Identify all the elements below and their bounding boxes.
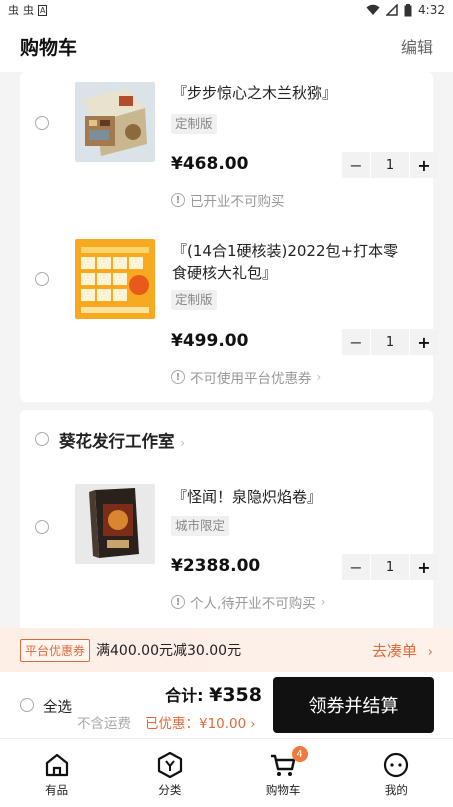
total-price: 合计: ¥358 [165,682,262,706]
tab-home[interactable]: 有品 [0,739,113,807]
product-tag: 定制版 [171,290,217,310]
product-image-art [75,239,155,319]
status-right: 4:32 [366,3,445,17]
total-label: 合计: [165,686,204,705]
chevron-right-icon: › [180,436,186,450]
status-left: 虫 虫 A [8,2,48,18]
increase-button[interactable]: + [410,329,438,355]
decrease-button[interactable]: − [342,329,370,355]
cart-list[interactable]: 『步步惊心之木兰秋猕』 定制版 ¥468.00 − 1 + ! 已开业不可购买 [0,72,453,628]
cart-item: 『怪闻！泉隐炽焰卷』 城市限定 ¥2388.00 − 1 + ! 个人,待开业不… [20,482,438,628]
home-icon [45,753,68,777]
checkout-bar: 全选 合计: ¥358 不含运费 已优惠：¥10.00 › 领券并结算 [0,672,453,738]
quantity-value[interactable]: 1 [371,554,409,580]
tab-cart[interactable]: 4 购物车 [227,739,340,807]
total-amount: ¥358 [209,684,262,706]
quantity-value[interactable]: 1 [371,152,409,178]
gather-order-label: 去凑单 [372,641,418,660]
select-all-label[interactable]: 全选 [43,696,72,717]
chevron-right-icon: › [427,644,433,660]
chevron-right-icon: › [320,595,326,609]
notification-icon: 虫 [23,4,34,17]
product-price: ¥468.00 [171,154,249,174]
info-icon: ! [171,193,185,207]
cart-card: 『步步惊心之木兰秋猕』 定制版 ¥468.00 − 1 + ! 已开业不可购买 [20,72,438,402]
coupon-promo-bar: 平台优惠券 满400.00元减30.00元 去凑单 › [0,628,453,672]
discount-amount: 已优惠：¥10.00 [145,716,247,732]
status-bar: 虫 虫 A 4:32 [0,0,453,20]
tab-category[interactable]: 分类 [113,739,226,807]
edit-button[interactable]: 编辑 [401,34,433,58]
item-checkbox[interactable] [35,116,49,130]
page-header: 购物车 编辑 [0,20,453,72]
notice-text: 个人,待开业不可购买 [190,596,316,612]
tab-profile[interactable]: 我的 [340,739,453,807]
info-icon: ! [171,370,185,384]
product-name[interactable]: 『怪闻！泉隐炽焰卷』 [172,486,401,508]
coupon-badge: 平台优惠券 [20,638,91,662]
cart-item: 『(14合1硬核装)2022包+打本零食硬核大礼包』 定制版 ¥499.00 −… [20,232,438,392]
decrease-button[interactable]: − [342,554,370,580]
discount-detail-link[interactable]: 已优惠：¥10.00 › [145,712,255,732]
product-image-art [75,82,155,162]
tab-label: 有品 [45,783,69,797]
product-name[interactable]: 『(14合1硬核装)2022包+打本零食硬核大礼包』 [172,240,401,284]
page-title: 购物车 [20,36,78,59]
gather-order-link[interactable]: 去凑单 › [372,640,433,661]
product-tag: 城市限定 [171,516,230,536]
item-checkbox[interactable] [35,272,49,286]
product-price: ¥499.00 [171,331,249,351]
select-all-checkbox[interactable] [20,698,34,712]
quantity-stepper: − 1 + [342,152,438,178]
product-image[interactable] [75,82,155,162]
quantity-stepper: − 1 + [342,329,438,355]
info-icon: ! [171,595,185,609]
signal-icon [386,4,398,16]
product-tag: 定制版 [171,114,217,134]
battery-icon [404,3,412,16]
increase-button[interactable]: + [410,554,438,580]
notice-text: 不可使用平台优惠券 [190,371,312,387]
shop-checkbox[interactable] [35,432,49,446]
cart-item: 『步步惊心之木兰秋猕』 定制版 ¥468.00 − 1 + ! 已开业不可购买 [20,72,438,222]
notice-text: 已开业不可购买 [190,194,285,210]
notification-icon: 虫 [8,4,19,17]
notification-icon: A [38,4,48,16]
tab-label: 分类 [158,783,182,797]
cart-count-badge: 4 [291,746,308,762]
product-image-art [75,484,155,564]
quantity-value[interactable]: 1 [371,329,409,355]
item-checkbox[interactable] [35,520,49,534]
chevron-right-icon: › [316,370,322,384]
tab-label: 购物车 [265,783,301,797]
product-image[interactable] [75,484,155,564]
tab-label: 我的 [384,783,408,797]
product-image[interactable] [75,239,155,319]
freight-note: 不含运费 [77,716,131,732]
purchase-notice[interactable]: ! 个人,待开业不可购买 › [171,592,326,612]
purchase-notice[interactable]: ! 不可使用平台优惠券 › [171,367,321,387]
category-icon [157,751,182,779]
purchase-notice: ! 已开业不可购买 [171,190,285,210]
quantity-stepper: − 1 + [342,554,438,580]
shop-name-link[interactable]: 葵花发行工作室 › [59,428,185,452]
coupon-text: 满400.00元减30.00元 [96,643,242,659]
bottom-tab-bar: 有品 分类 4 购物车 我的 [0,738,453,807]
wifi-icon [366,4,380,15]
shop-card: 葵花发行工作室 › 『怪闻！泉隐炽焰卷』 城市限定 ¥2388.00 − 1 +… [20,410,438,628]
checkout-button[interactable]: 领券并结算 [273,677,434,733]
profile-icon [384,752,409,778]
decrease-button[interactable]: − [342,152,370,178]
increase-button[interactable]: + [410,152,438,178]
product-price: ¥2388.00 [171,556,261,576]
shop-name: 葵花发行工作室 [59,432,175,451]
product-name[interactable]: 『步步惊心之木兰秋猕』 [172,82,401,104]
chevron-right-icon: › [250,717,256,731]
clock: 4:32 [418,3,445,17]
